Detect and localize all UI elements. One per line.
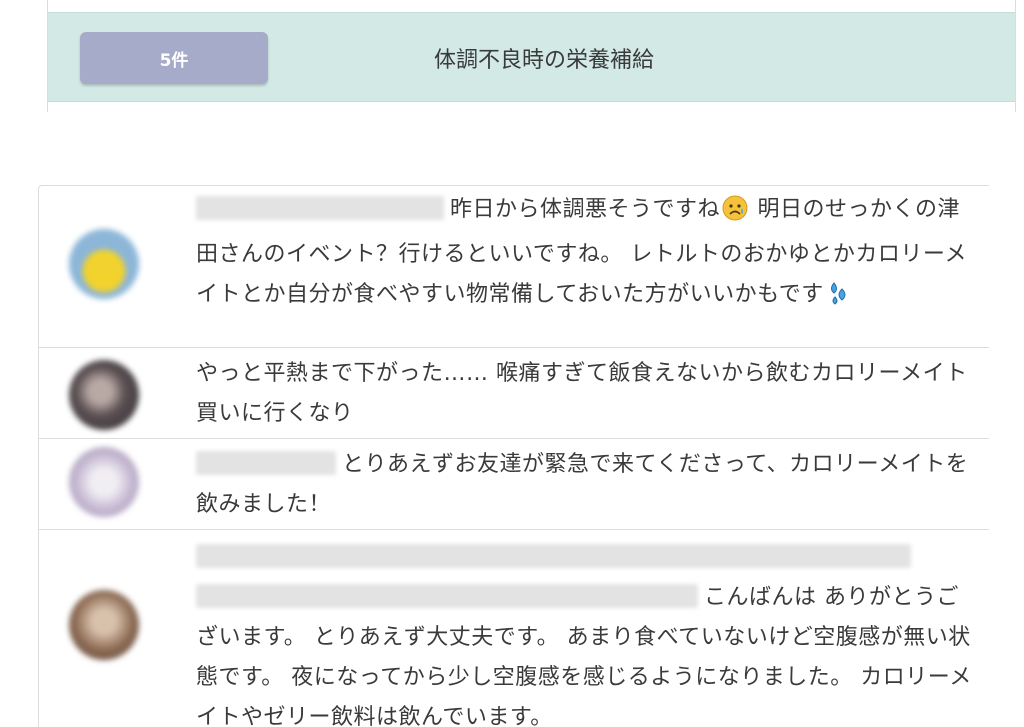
list-item[interactable]: こんばんは ありがとうございます。 とりあえず大丈夫です。 あまり食べていないけ… — [39, 530, 990, 727]
hidden-mention[interactable] — [196, 451, 336, 475]
post-text: とりあえずお友達が緊急で来てくださって、カロリーメイトを飲みました！ — [196, 445, 976, 525]
avatar-dark-photo-icon[interactable] — [69, 360, 139, 430]
avatar-yellow-chick-icon[interactable] — [69, 229, 139, 299]
hidden-mention[interactable] — [196, 544, 911, 568]
post-count-button[interactable]: 5件 — [80, 32, 268, 84]
sweat-drops-emoji-icon — [826, 280, 852, 320]
hidden-mention[interactable] — [196, 196, 444, 220]
category-row[interactable]: 5件 体調不良時の栄養補給 — [48, 12, 1015, 102]
avatar-brown-photo-icon[interactable] — [69, 590, 139, 660]
list-item[interactable]: とりあえずお友達が緊急で来てくださって、カロリーメイトを飲みました！ — [39, 439, 990, 529]
post-text-part: 昨日から体調悪そうですね — [450, 197, 721, 222]
hidden-mention[interactable] — [196, 584, 698, 608]
avatar-purple-illustration-icon[interactable] — [69, 447, 139, 517]
category-title[interactable]: 体調不良時の栄養補給 — [434, 42, 654, 74]
sad-face-emoji-icon — [722, 195, 748, 235]
post-text: 昨日から体調悪そうですね 明日のせっかくの津田さんのイベント？行けるといいですね… — [196, 190, 976, 320]
list-item[interactable]: やっと平熱まで下がった…… 喉痛すぎて飯食えないから飲むカロリーメイト買いに行く… — [39, 348, 990, 438]
page: 5件 体調不良時の栄養補給 昨日から体調悪そうですね 明日のせっかくの津田さんの… — [0, 0, 1024, 727]
post-text: こんばんは ありがとうございます。 とりあえず大丈夫です。 あまり食べていないけ… — [196, 538, 976, 727]
post-list: 昨日から体調悪そうですね 明日のせっかくの津田さんのイベント？行けるといいですね… — [38, 185, 989, 727]
list-item[interactable]: 昨日から体調悪そうですね 明日のせっかくの津田さんのイベント？行けるといいですね… — [39, 186, 990, 347]
category-panel: 5件 体調不良時の栄養補給 — [47, 0, 1016, 112]
post-text: やっと平熱まで下がった…… 喉痛すぎて飯食えないから飲むカロリーメイト買いに行く… — [196, 361, 968, 426]
